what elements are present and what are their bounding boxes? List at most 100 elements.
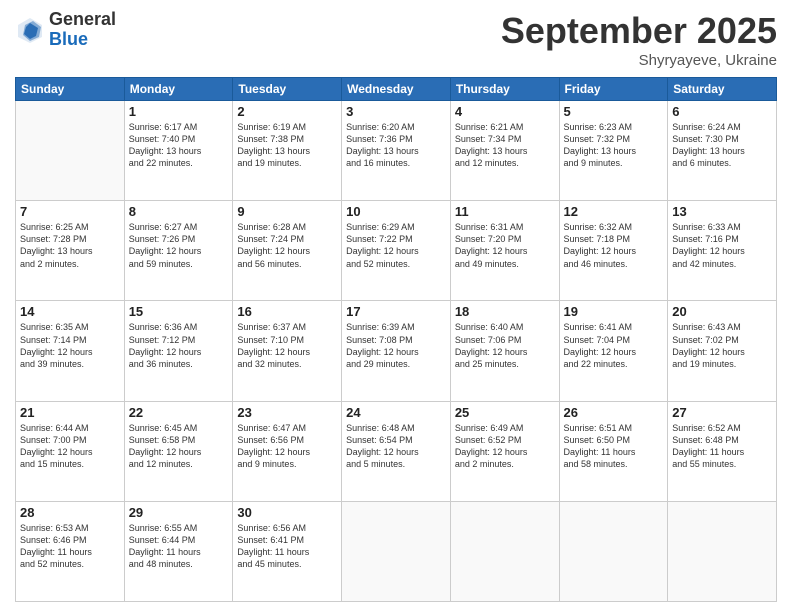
day-info: Sunrise: 6:53 AM Sunset: 6:46 PM Dayligh…	[20, 522, 120, 571]
day-number: 20	[672, 304, 772, 319]
day-number: 28	[20, 505, 120, 520]
day-info: Sunrise: 6:25 AM Sunset: 7:28 PM Dayligh…	[20, 221, 120, 270]
day-number: 9	[237, 204, 337, 219]
calendar-week-row: 1 Sunrise: 6:17 AM Sunset: 7:40 PM Daylig…	[16, 101, 777, 201]
table-row: 10Sunrise: 6:29 AM Sunset: 7:22 PM Dayli…	[342, 201, 451, 301]
table-row: 15Sunrise: 6:36 AM Sunset: 7:12 PM Dayli…	[124, 301, 233, 401]
table-row: 7 Sunrise: 6:25 AM Sunset: 7:28 PM Daylig…	[16, 201, 125, 301]
table-row: 9 Sunrise: 6:28 AM Sunset: 7:24 PM Daylig…	[233, 201, 342, 301]
day-info: Sunrise: 6:45 AM Sunset: 6:58 PM Dayligh…	[129, 422, 229, 471]
table-row: 29 Sunrise: 6:55 AM Sunset: 6:44 PM Dayli…	[124, 501, 233, 601]
day-info: Sunrise: 6:23 AM Sunset: 7:32 PM Dayligh…	[564, 121, 664, 170]
calendar-week-row: 21Sunrise: 6:44 AM Sunset: 7:00 PM Dayli…	[16, 401, 777, 501]
day-number: 14	[20, 304, 120, 319]
day-info: Sunrise: 6:49 AM Sunset: 6:52 PM Dayligh…	[455, 422, 555, 471]
table-row: 13Sunrise: 6:33 AM Sunset: 7:16 PM Dayli…	[668, 201, 777, 301]
day-info: Sunrise: 6:37 AM Sunset: 7:10 PM Dayligh…	[237, 321, 337, 370]
day-info: Sunrise: 6:32 AM Sunset: 7:18 PM Dayligh…	[564, 221, 664, 270]
day-info: Sunrise: 6:19 AM Sunset: 7:38 PM Dayligh…	[237, 121, 337, 170]
table-row: 2 Sunrise: 6:19 AM Sunset: 7:38 PM Daylig…	[233, 101, 342, 201]
table-row: 30Sunrise: 6:56 AM Sunset: 6:41 PM Dayli…	[233, 501, 342, 601]
table-row	[559, 501, 668, 601]
table-row: 12 Sunrise: 6:32 AM Sunset: 7:18 PM Dayli…	[559, 201, 668, 301]
table-row: 8 Sunrise: 6:27 AM Sunset: 7:26 PM Daylig…	[124, 201, 233, 301]
day-info: Sunrise: 6:48 AM Sunset: 6:54 PM Dayligh…	[346, 422, 446, 471]
day-number: 21	[20, 405, 120, 420]
day-number: 2	[237, 104, 337, 119]
day-number: 7	[20, 204, 120, 219]
day-number: 8	[129, 204, 229, 219]
day-number: 25	[455, 405, 555, 420]
calendar-week-row: 14 Sunrise: 6:35 AM Sunset: 7:14 PM Dayli…	[16, 301, 777, 401]
page: General Blue September 2025 Shyryayeve, …	[0, 0, 792, 612]
calendar-week-row: 28 Sunrise: 6:53 AM Sunset: 6:46 PM Dayli…	[16, 501, 777, 601]
table-row: 26Sunrise: 6:51 AM Sunset: 6:50 PM Dayli…	[559, 401, 668, 501]
table-row: 23 Sunrise: 6:47 AM Sunset: 6:56 PM Dayli…	[233, 401, 342, 501]
day-info: Sunrise: 6:43 AM Sunset: 7:02 PM Dayligh…	[672, 321, 772, 370]
table-row: 25 Sunrise: 6:49 AM Sunset: 6:52 PM Dayli…	[450, 401, 559, 501]
month-title: September 2025	[501, 10, 777, 52]
day-info: Sunrise: 6:24 AM Sunset: 7:30 PM Dayligh…	[672, 121, 772, 170]
table-row: 28 Sunrise: 6:53 AM Sunset: 6:46 PM Dayli…	[16, 501, 125, 601]
day-info: Sunrise: 6:52 AM Sunset: 6:48 PM Dayligh…	[672, 422, 772, 471]
day-info: Sunrise: 6:28 AM Sunset: 7:24 PM Dayligh…	[237, 221, 337, 270]
table-row: 1 Sunrise: 6:17 AM Sunset: 7:40 PM Daylig…	[124, 101, 233, 201]
day-info: Sunrise: 6:41 AM Sunset: 7:04 PM Dayligh…	[564, 321, 664, 370]
day-number: 26	[564, 405, 664, 420]
title-block: September 2025 Shyryayeve, Ukraine	[501, 10, 777, 69]
day-info: Sunrise: 6:20 AM Sunset: 7:36 PM Dayligh…	[346, 121, 446, 170]
day-number: 19	[564, 304, 664, 319]
table-row: 24 Sunrise: 6:48 AM Sunset: 6:54 PM Dayli…	[342, 401, 451, 501]
day-number: 12	[564, 204, 664, 219]
table-row: 22 Sunrise: 6:45 AM Sunset: 6:58 PM Dayli…	[124, 401, 233, 501]
day-info: Sunrise: 6:27 AM Sunset: 7:26 PM Dayligh…	[129, 221, 229, 270]
day-info: Sunrise: 6:35 AM Sunset: 7:14 PM Dayligh…	[20, 321, 120, 370]
day-number: 23	[237, 405, 337, 420]
logo: General Blue	[15, 10, 116, 50]
day-number: 13	[672, 204, 772, 219]
day-info: Sunrise: 6:47 AM Sunset: 6:56 PM Dayligh…	[237, 422, 337, 471]
calendar-week-row: 7 Sunrise: 6:25 AM Sunset: 7:28 PM Daylig…	[16, 201, 777, 301]
day-info: Sunrise: 6:39 AM Sunset: 7:08 PM Dayligh…	[346, 321, 446, 370]
table-row: 19 Sunrise: 6:41 AM Sunset: 7:04 PM Dayli…	[559, 301, 668, 401]
table-row: 21Sunrise: 6:44 AM Sunset: 7:00 PM Dayli…	[16, 401, 125, 501]
logo-text: General Blue	[49, 10, 116, 50]
col-sunday: Sunday	[16, 78, 125, 101]
table-row: 14 Sunrise: 6:35 AM Sunset: 7:14 PM Dayli…	[16, 301, 125, 401]
table-row: 6 Sunrise: 6:24 AM Sunset: 7:30 PM Daylig…	[668, 101, 777, 201]
table-row: 4Sunrise: 6:21 AM Sunset: 7:34 PM Daylig…	[450, 101, 559, 201]
table-row: 17Sunrise: 6:39 AM Sunset: 7:08 PM Dayli…	[342, 301, 451, 401]
table-row: 16 Sunrise: 6:37 AM Sunset: 7:10 PM Dayli…	[233, 301, 342, 401]
logo-blue-text: Blue	[49, 30, 116, 50]
day-info: Sunrise: 6:31 AM Sunset: 7:20 PM Dayligh…	[455, 221, 555, 270]
table-row	[342, 501, 451, 601]
day-number: 29	[129, 505, 229, 520]
day-number: 15	[129, 304, 229, 319]
col-thursday: Thursday	[450, 78, 559, 101]
day-number: 3	[346, 104, 446, 119]
day-info: Sunrise: 6:55 AM Sunset: 6:44 PM Dayligh…	[129, 522, 229, 571]
day-info: Sunrise: 6:56 AM Sunset: 6:41 PM Dayligh…	[237, 522, 337, 571]
day-number: 1	[129, 104, 229, 119]
calendar-table: Sunday Monday Tuesday Wednesday Thursday…	[15, 77, 777, 602]
day-number: 27	[672, 405, 772, 420]
logo-icon	[15, 15, 45, 45]
day-number: 24	[346, 405, 446, 420]
day-number: 6	[672, 104, 772, 119]
day-number: 16	[237, 304, 337, 319]
day-number: 22	[129, 405, 229, 420]
table-row: 27 Sunrise: 6:52 AM Sunset: 6:48 PM Dayli…	[668, 401, 777, 501]
day-info: Sunrise: 6:17 AM Sunset: 7:40 PM Dayligh…	[129, 121, 229, 170]
table-row	[450, 501, 559, 601]
table-row: 11Sunrise: 6:31 AM Sunset: 7:20 PM Dayli…	[450, 201, 559, 301]
col-tuesday: Tuesday	[233, 78, 342, 101]
col-friday: Friday	[559, 78, 668, 101]
table-row: 18Sunrise: 6:40 AM Sunset: 7:06 PM Dayli…	[450, 301, 559, 401]
day-number: 5	[564, 104, 664, 119]
calendar-header-row: Sunday Monday Tuesday Wednesday Thursday…	[16, 78, 777, 101]
day-info: Sunrise: 6:29 AM Sunset: 7:22 PM Dayligh…	[346, 221, 446, 270]
table-row	[16, 101, 125, 201]
header: General Blue September 2025 Shyryayeve, …	[15, 10, 777, 69]
table-row: 3 Sunrise: 6:20 AM Sunset: 7:36 PM Daylig…	[342, 101, 451, 201]
table-row: 5 Sunrise: 6:23 AM Sunset: 7:32 PM Daylig…	[559, 101, 668, 201]
